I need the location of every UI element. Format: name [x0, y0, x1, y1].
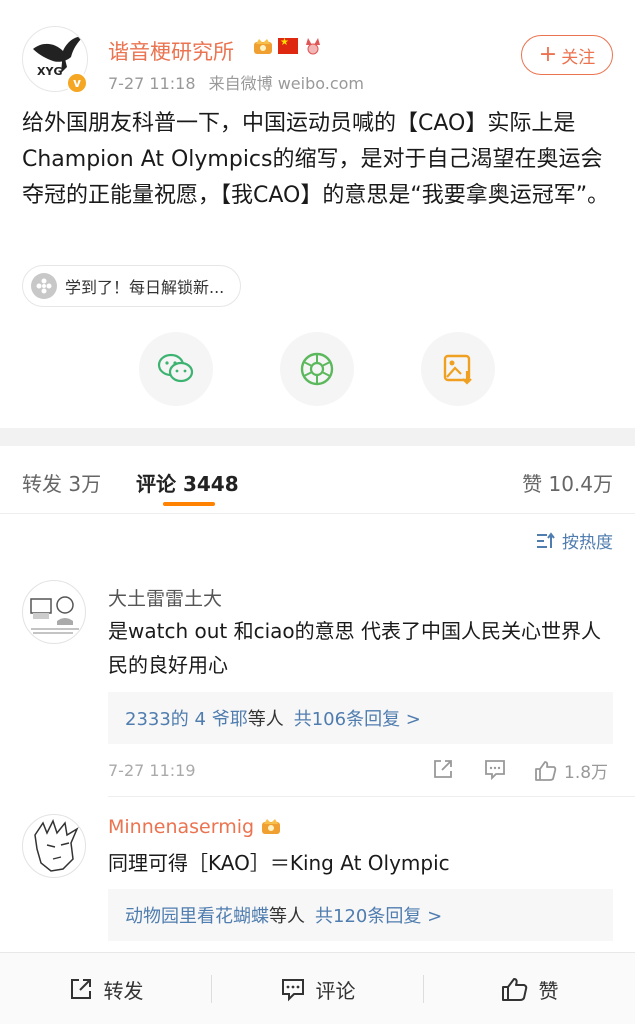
verified-badge-icon: v [66, 72, 88, 94]
crown-badge-icon [254, 39, 272, 54]
sort-button[interactable]: 按热度 [536, 528, 613, 553]
tab-repost-label: 转发 [22, 472, 62, 496]
moments-share-button[interactable] [280, 332, 354, 406]
weibo-post-page: XYG v 谐音梗研究所 7-27 11:18 来自微博 weibo.com + [0, 0, 635, 1024]
tab-repost-count: 3万 [68, 472, 102, 496]
save-image-button[interactable] [421, 332, 495, 406]
sort-label: 按热度 [562, 533, 613, 553]
commenter-name-text: Minnenasermig [108, 816, 255, 838]
commenter-name[interactable]: 大土雷雷土大 [108, 584, 222, 611]
post-text: 给外国朋友科普一下，中国运动员喊的【CAO】实际上是Champion At Ol… [22, 111, 610, 208]
active-tab-underline [163, 502, 215, 506]
author-badges [252, 36, 324, 56]
tab-repost[interactable]: 转发 3万 [22, 468, 101, 497]
commenter-avatar[interactable] [22, 580, 86, 644]
verified-mark: v [73, 76, 81, 90]
commenter-name[interactable]: Minnenasermig [108, 816, 282, 838]
topic-tag-label: 学到了！每日解锁新... [65, 278, 225, 297]
flower-icon [31, 273, 57, 299]
commenter-avatar[interactable] [22, 814, 86, 878]
post-source: 来自微博 weibo.com [208, 74, 364, 93]
thumbs-up-icon [501, 978, 527, 1001]
medal-badge-icon [306, 38, 320, 55]
reply-names: 动物园里看花蝴蝶 [125, 906, 269, 927]
bottom-comment-label: 评论 [315, 978, 356, 1003]
post-header: XYG v 谐音梗研究所 7-27 11:18 来自微博 weibo.com + [0, 0, 635, 110]
share-icon [434, 760, 452, 778]
comment-like-button[interactable]: 1.8万 [534, 758, 608, 783]
tab-comment[interactable]: 评论 3448 [136, 468, 239, 497]
post-meta: 7-27 11:18 来自微博 weibo.com [108, 70, 372, 94]
crown-badge-icon [262, 819, 281, 834]
tab-comment-label: 评论 [136, 472, 176, 496]
plus-icon: + [538, 42, 558, 67]
author-name[interactable]: 谐音梗研究所 [108, 36, 234, 66]
reply-mid: 等人 [269, 906, 305, 927]
tab-like-count: 10.4万 [548, 472, 613, 496]
topic-tag[interactable]: 学到了！每日解锁新... [22, 265, 242, 307]
comment-replies-summary[interactable]: 动物园里看花蝴蝶 等人 共120条回复 > [108, 889, 613, 941]
reply-total: 共106条回复 > [293, 709, 421, 730]
bottom-action-bar: 转发 评论 赞 [0, 952, 635, 1024]
wechat-share-button[interactable] [139, 332, 213, 406]
follow-button[interactable]: + 关注 [521, 35, 613, 75]
interaction-tabs: 转发 3万 评论 3448 赞 10.4万 [0, 446, 635, 514]
china-flag-icon [278, 37, 298, 54]
comment-reply-button[interactable] [484, 758, 506, 780]
share-icon [70, 979, 91, 999]
wechat-icon [157, 353, 194, 383]
comment-text: 同理可得［KAO］＝King At Olympic [108, 851, 450, 875]
reply-mid: 等人 [247, 709, 284, 730]
comment-divider [108, 796, 635, 797]
comment-icon [281, 979, 304, 1002]
comment-icon [485, 760, 505, 780]
save-image-icon [443, 354, 472, 385]
tab-like-label: 赞 [522, 472, 543, 496]
comment-replies-summary[interactable]: 2333的 4 爷耶 等人 共106条回复 > [108, 692, 613, 744]
follow-label: 关注 [561, 47, 596, 68]
comment-text: 是watch out 和ciao的意思 代表了中国人民关心世界人民的良好用心 [108, 619, 601, 677]
section-gap [0, 428, 635, 446]
moments-icon [300, 352, 334, 386]
reply-names: 2333的 4 爷耶 [125, 709, 248, 730]
sort-icon [537, 531, 555, 548]
avatar-text: XYG [37, 65, 62, 78]
bottom-like-label: 赞 [538, 978, 559, 1003]
bottom-comment-button[interactable]: 评论 [212, 953, 423, 1024]
reply-total: 共120条回复 > [315, 906, 443, 927]
post-time: 7-27 11:18 [108, 74, 196, 93]
thumbs-up-icon [535, 760, 557, 781]
comment-like-count: 1.8万 [564, 763, 609, 783]
comment-repost-button[interactable] [432, 758, 454, 780]
share-row [0, 332, 635, 408]
tab-like[interactable]: 赞 10.4万 [522, 468, 613, 497]
tab-comment-count: 3448 [182, 472, 239, 496]
bottom-repost-button[interactable]: 转发 [0, 953, 211, 1024]
bottom-like-button[interactable]: 赞 [424, 953, 635, 1024]
bottom-repost-label: 转发 [103, 978, 144, 1003]
comment-time: 7-27 11:19 [108, 761, 196, 780]
